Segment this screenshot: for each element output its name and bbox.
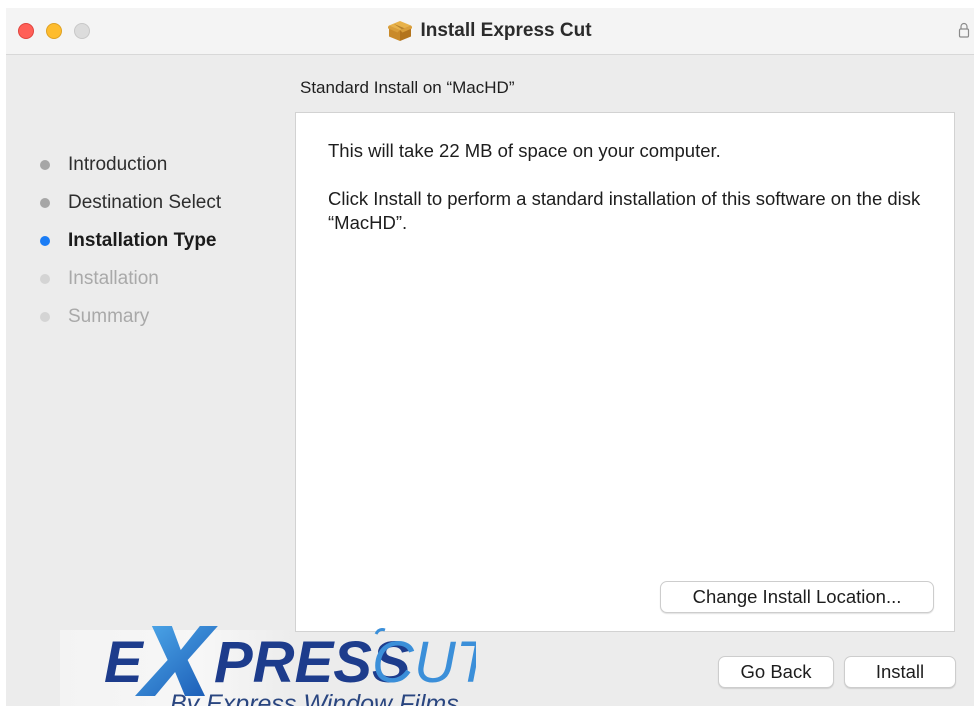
- logo-express-first-letter: E: [104, 630, 145, 695]
- step-label: Installation Type: [68, 230, 217, 251]
- step-destination-select: Destination Select: [30, 184, 221, 222]
- window-title-group: Install Express Cut: [6, 8, 974, 54]
- step-introduction: Introduction: [30, 146, 221, 184]
- step-dot: [40, 312, 50, 322]
- install-instruction-text: Click Install to perform a standard inst…: [328, 188, 921, 233]
- step-dot: [40, 236, 50, 246]
- content-pane: This will take 22 MB of space on your co…: [295, 112, 955, 632]
- change-install-location-button[interactable]: Change Install Location...: [660, 581, 934, 613]
- lock-icon: [958, 22, 970, 38]
- step-dot: [40, 160, 50, 170]
- package-icon: [388, 21, 413, 41]
- logo-tagline: By Express Window Films: [170, 690, 459, 706]
- title-bar: Install Express Cut: [6, 8, 974, 55]
- go-back-button[interactable]: Go Back: [718, 656, 834, 688]
- step-summary: Summary: [30, 298, 221, 336]
- step-dot: [40, 198, 50, 208]
- step-label: Summary: [68, 306, 150, 327]
- logo-cut: CUT: [372, 630, 476, 695]
- step-installation-type: Installation Type: [30, 222, 221, 260]
- space-required-text: This will take 22 MB of space on your co…: [328, 140, 721, 161]
- expresscut-logo: E PRESS CUT By Express Window Films: [104, 626, 476, 706]
- pane-header: Standard Install on “MacHD”: [300, 78, 515, 97]
- window-title: Install Express Cut: [420, 20, 592, 41]
- step-label: Introduction: [68, 154, 168, 175]
- install-button[interactable]: Install: [844, 656, 956, 688]
- step-dot: [40, 274, 50, 284]
- installer-steps: Introduction Destination Select Installa…: [30, 146, 221, 336]
- step-label: Installation: [68, 268, 159, 289]
- installer-window: Install Express Cut Standard Install on …: [6, 8, 974, 706]
- step-installation: Installation: [30, 260, 221, 298]
- step-label: Destination Select: [68, 192, 222, 213]
